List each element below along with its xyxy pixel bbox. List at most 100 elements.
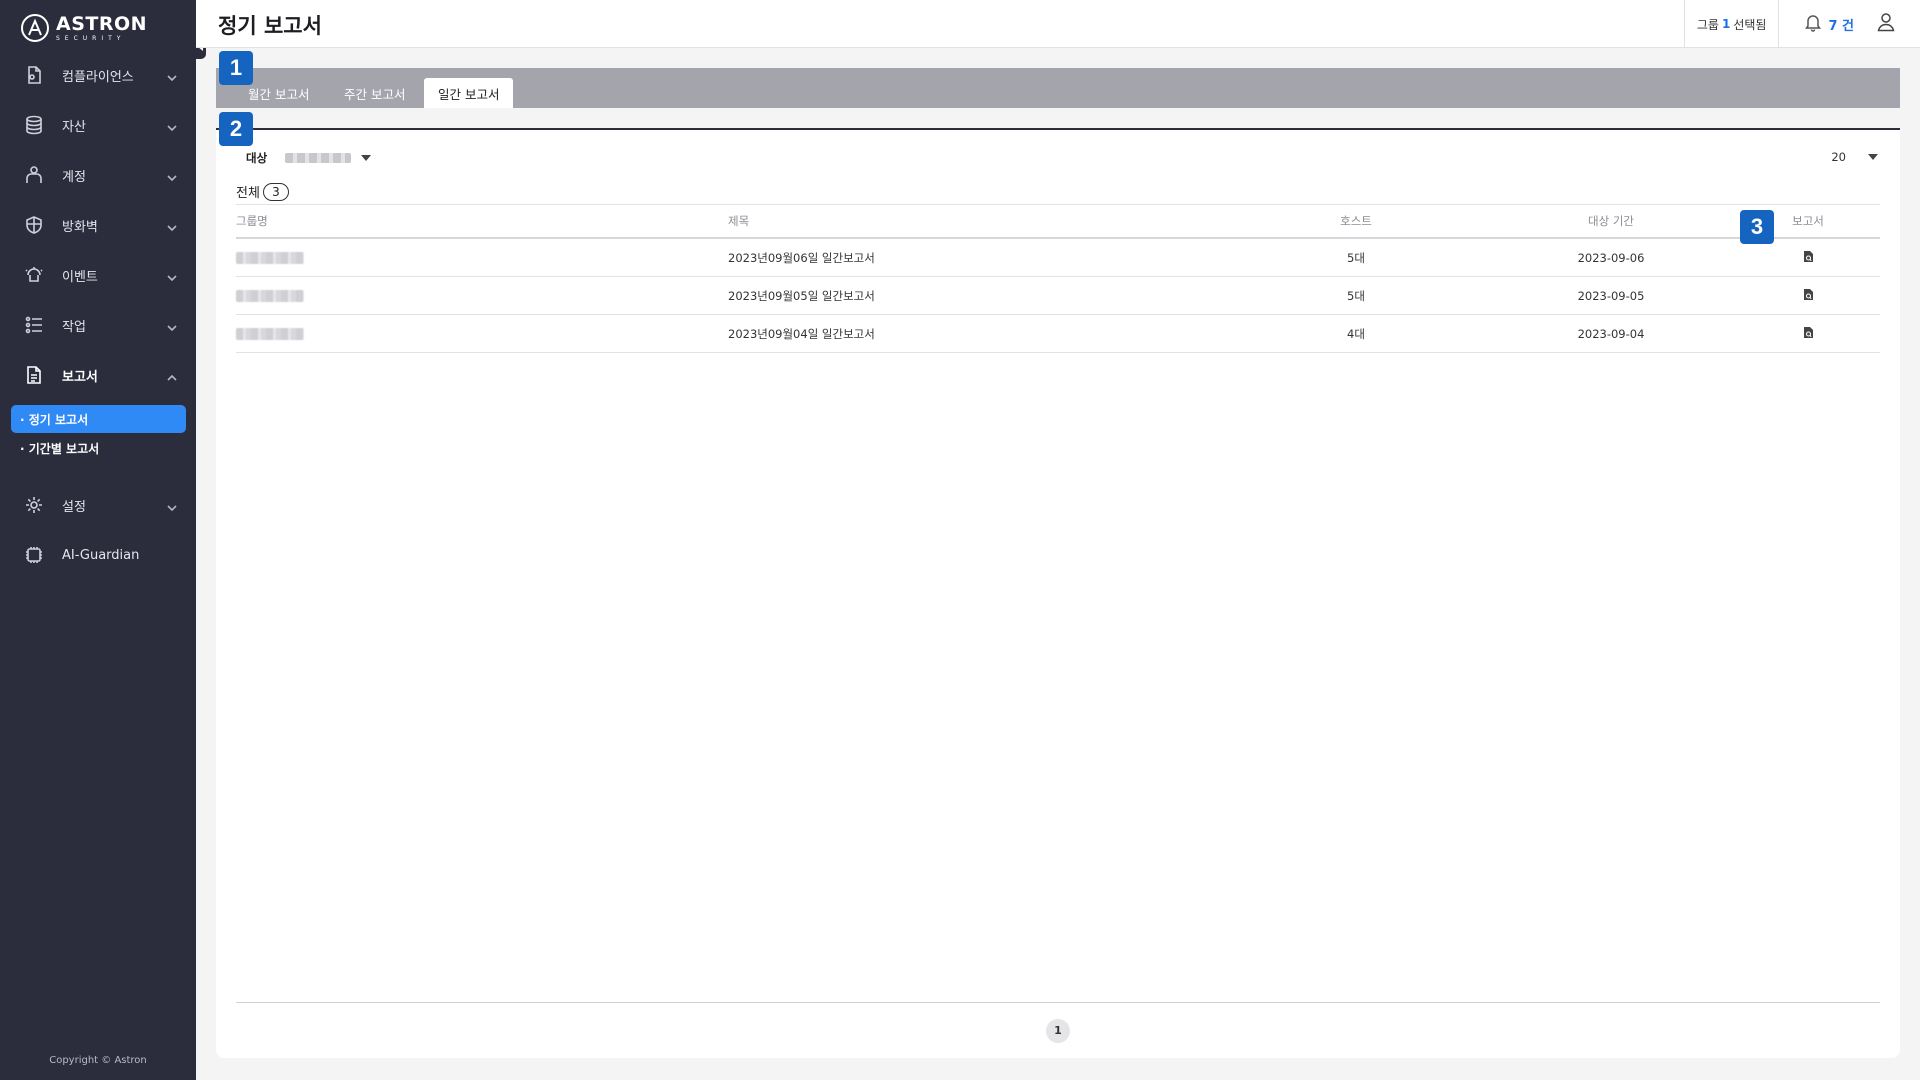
- chevron-down-icon: [166, 69, 178, 82]
- target-filter-value-redacted: [285, 153, 352, 163]
- gear-icon: [22, 493, 46, 517]
- sidebar-item-settings[interactable]: 설정: [0, 485, 196, 525]
- group-count: 1: [1721, 17, 1731, 31]
- shield-icon: [22, 213, 46, 237]
- page-size-select[interactable]: 20: [1831, 150, 1878, 164]
- notification-button[interactable]: 7 건: [1779, 12, 1876, 36]
- host-count: 5대: [1347, 288, 1365, 303]
- sidebar-item-label: 설정: [62, 499, 86, 515]
- group-name-redacted: [236, 239, 716, 276]
- table-row[interactable]: 2023년09월04일 일간보고서 4대 2023-09-04: [236, 315, 1880, 353]
- event-icon: [22, 263, 46, 287]
- group-suffix: 선택됨: [1733, 17, 1767, 32]
- target-filter[interactable]: 대상: [246, 150, 372, 166]
- target-period: 2023-09-06: [1577, 250, 1645, 265]
- column-header-host[interactable]: 호스트: [1256, 205, 1456, 237]
- brand-name: ASTRON: [56, 12, 148, 35]
- total-count-badge: 3: [262, 182, 289, 201]
- report-file-search-icon: [1802, 250, 1815, 266]
- annotation-badge-1: 1: [219, 51, 253, 85]
- user-icon: [1876, 12, 1896, 36]
- sidebar-item-events[interactable]: 이벤트: [0, 255, 196, 295]
- copyright: Copyright © Astron: [49, 1055, 147, 1066]
- sidebar-item-label: 작업: [62, 319, 86, 335]
- table-header: 그룹명 제목 호스트 대상 기간 보고서: [236, 205, 1880, 239]
- report-file-search-icon: [1802, 326, 1815, 342]
- report-tabs: 월간 보고서 주간 보고서 일간 보고서: [216, 68, 1900, 108]
- submenu-item-period-report[interactable]: · 기간별 보고서: [11, 434, 186, 462]
- report-title: 2023년09월05일 일간보고서: [728, 288, 875, 303]
- report-panel: 대상 20 전체 3 그룹명 제목 호스트 대상 기간 보고서 2023년09월…: [216, 128, 1900, 1058]
- annotation-badge-2: 2: [219, 112, 253, 146]
- group-name-redacted: [236, 277, 716, 314]
- tab-weekly-report[interactable]: 주간 보고서: [330, 78, 419, 108]
- report-file-search-icon: [1802, 288, 1815, 304]
- chevron-down-icon: [166, 319, 178, 332]
- sidebar-item-label: 계정: [62, 169, 86, 185]
- sidebar-item-label: 보고서: [62, 369, 98, 385]
- target-filter-label: 대상: [246, 151, 268, 165]
- group-name-redacted: [236, 315, 716, 352]
- group-selection[interactable]: 그룹 1 선택됨: [1683, 0, 1780, 48]
- chevron-down-icon: [166, 119, 178, 132]
- report-view-button[interactable]: [1736, 277, 1880, 314]
- table-row[interactable]: 2023년09월05일 일간보고서 5대 2023-09-05: [236, 277, 1880, 315]
- user-menu-button[interactable]: [1876, 12, 1920, 36]
- sidebar-item-accounts[interactable]: 계정: [0, 155, 196, 195]
- sidebar-item-tasks[interactable]: 작업: [0, 305, 196, 345]
- task-list-icon: [22, 313, 46, 337]
- ai-chip-icon: [22, 543, 46, 567]
- sidebar-item-label: AI-Guardian: [62, 547, 140, 563]
- compliance-icon: [22, 63, 46, 87]
- caret-down-icon: [361, 155, 372, 161]
- total-label: 전체: [236, 186, 260, 201]
- annotation-badge-3: 3: [1740, 210, 1774, 244]
- report-title: 2023년09월04일 일간보고서: [728, 326, 875, 341]
- top-bar: 정기 보고서 그룹 1 선택됨 7 건: [196, 0, 1920, 48]
- report-title: 2023년09월06일 일간보고서: [728, 250, 875, 265]
- account-icon: [22, 163, 46, 187]
- sidebar-item-ai-guardian[interactable]: AI-Guardian: [0, 535, 196, 575]
- group-prefix: 그룹: [1696, 17, 1719, 32]
- chevron-down-icon: [166, 219, 178, 232]
- chevron-down-icon: [166, 269, 178, 282]
- target-period: 2023-09-04: [1577, 326, 1645, 341]
- sidebar-item-firewall[interactable]: 방화벽: [0, 205, 196, 245]
- sidebar-item-reports[interactable]: 보고서: [0, 355, 196, 395]
- chevron-down-icon: [166, 499, 178, 512]
- report-view-button[interactable]: [1736, 315, 1880, 352]
- column-header-title[interactable]: 제목: [728, 205, 1228, 237]
- sidebar-item-label: 자산: [62, 119, 86, 135]
- database-icon: [22, 113, 46, 137]
- sidebar-item-label: 이벤트: [62, 269, 98, 285]
- tab-daily-report[interactable]: 일간 보고서: [424, 78, 514, 108]
- brand-subtitle: SECURITY: [56, 34, 126, 42]
- host-count: 5대: [1347, 250, 1365, 265]
- page-title: 정기 보고서: [218, 14, 322, 38]
- sidebar-item-compliance[interactable]: 컴플라이언스: [0, 55, 196, 95]
- sidebar-item-label: 컴플라이언스: [62, 69, 134, 85]
- page-number-button[interactable]: 1: [1046, 1018, 1070, 1043]
- pagination: 1: [236, 1002, 1880, 1058]
- report-view-button[interactable]: [1736, 239, 1880, 276]
- bell-icon: [1803, 12, 1823, 36]
- report-table: 그룹명 제목 호스트 대상 기간 보고서 2023년09월06일 일간보고서 5…: [236, 204, 1880, 353]
- caret-down-icon: [1868, 154, 1878, 160]
- sidebar-item-assets[interactable]: 자산: [0, 105, 196, 145]
- page-size-value: 20: [1831, 150, 1846, 164]
- document-icon: [22, 363, 46, 387]
- chevron-up-icon: [166, 369, 178, 381]
- astron-logo[interactable]: ASTRON SECURITY: [20, 12, 147, 44]
- sidebar-item-label: 방화벽: [62, 219, 98, 235]
- table-row[interactable]: 2023년09월06일 일간보고서 5대 2023-09-06: [236, 239, 1880, 277]
- chevron-down-icon: [166, 169, 178, 182]
- target-period: 2023-09-05: [1577, 288, 1645, 303]
- total-count: 전체 3: [236, 182, 289, 201]
- host-count: 4대: [1347, 326, 1365, 341]
- sidebar: ASTRON SECURITY 컴플라이언스 자산 계정 방화벽 이벤트 작업 …: [0, 0, 206, 1080]
- column-header-period[interactable]: 대상 기간: [1486, 205, 1736, 237]
- notification-count: 7 건: [1828, 18, 1854, 34]
- column-header-group[interactable]: 그룹명: [236, 205, 716, 237]
- astron-logo-icon: [21, 14, 49, 42]
- submenu-item-periodic-report[interactable]: · 정기 보고서: [11, 405, 186, 433]
